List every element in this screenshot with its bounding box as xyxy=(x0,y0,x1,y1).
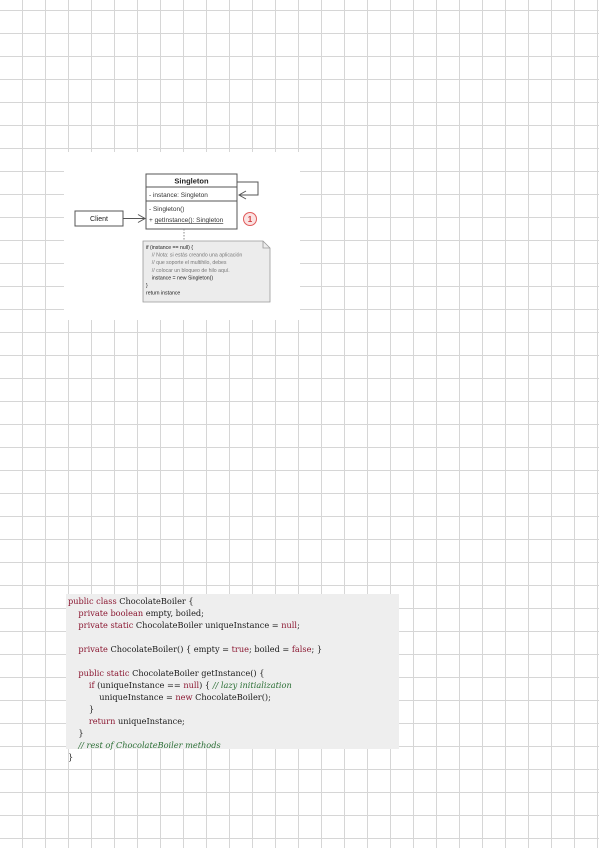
code-text: ChocolateBoiler() { empty = xyxy=(107,644,232,654)
code-line: public class ChocolateBoiler { xyxy=(68,595,399,607)
singleton-uml-diagram: Singleton - instance: Singleton - Single… xyxy=(64,152,300,320)
code-line: } xyxy=(68,703,399,715)
code-listing: public class ChocolateBoiler { private b… xyxy=(66,594,399,762)
client-box: Client xyxy=(74,210,124,227)
class-field: - instance: Singleton xyxy=(149,192,208,199)
code-line: } xyxy=(68,727,399,739)
code-comment: // lazy initialization xyxy=(212,680,292,690)
code-keyword: private static xyxy=(78,620,134,630)
code-line: private ChocolateBoiler() { empty = true… xyxy=(68,643,399,655)
note-line: // Nota: si estás creando una aplicación xyxy=(146,253,242,259)
code-text: ) { xyxy=(199,680,213,690)
code-keyword: null xyxy=(183,680,200,690)
code-line: return uniqueInstance; xyxy=(68,715,399,727)
class-method: getInstance(): Singleton xyxy=(155,217,224,224)
note-line: // colocar un bloqueo de hilo aquí. xyxy=(146,268,230,274)
uml-canvas: Singleton - instance: Singleton - Single… xyxy=(74,173,271,303)
note-line: instance = new Singleton() xyxy=(146,275,213,281)
code-text: (uniqueInstance == xyxy=(94,680,184,690)
class-name: Singleton xyxy=(174,177,209,186)
code-text: ChocolateBoiler { xyxy=(116,596,194,606)
note-line: if (instance == null) { xyxy=(146,245,193,251)
client-label: Client xyxy=(90,216,108,223)
code-keyword: new xyxy=(175,692,193,702)
code-text: ; boiled = xyxy=(248,644,292,654)
code-keyword: private xyxy=(78,644,108,654)
code-text: } xyxy=(68,752,74,762)
code-text: ChocolateBoiler(); xyxy=(192,692,271,702)
class-constructor: - Singleton() xyxy=(149,206,184,213)
code-text: } xyxy=(68,728,84,738)
note-line: return instance xyxy=(146,291,180,297)
note-line: // que soporte el multihilo, debes xyxy=(146,260,227,266)
note-line: } xyxy=(146,283,148,289)
code-text: empty, boiled; xyxy=(143,608,204,618)
class-method-row: + getInstance(): Singleton xyxy=(149,217,224,224)
code-text: } xyxy=(68,704,95,714)
code-note: if (instance == null) { // Nota: si está… xyxy=(142,240,271,303)
code-keyword: return xyxy=(88,716,116,726)
code-keyword: true xyxy=(231,644,249,654)
code-comment: // rest of ChocolateBoiler methods xyxy=(78,740,221,750)
code-keyword: private boolean xyxy=(78,608,144,618)
code-line: public static ChocolateBoiler getInstanc… xyxy=(68,667,399,679)
code-line: // rest of ChocolateBoiler methods xyxy=(68,739,399,751)
code-text: ; xyxy=(297,620,300,630)
callout-number: 1 xyxy=(248,215,253,224)
self-reference-arrow xyxy=(237,181,259,200)
code-line: if (uniqueInstance == null) { // lazy in… xyxy=(68,679,399,691)
singleton-class-box: Singleton - instance: Singleton - Single… xyxy=(145,173,238,230)
code-line: private static ChocolateBoiler uniqueIns… xyxy=(68,619,399,631)
code-text: ; } xyxy=(311,644,323,654)
code-keyword: null xyxy=(281,620,298,630)
callout-badge: 1 xyxy=(243,212,257,226)
code-line: uniqueInstance = new ChocolateBoiler(); xyxy=(68,691,399,703)
code-text: uniqueInstance; xyxy=(115,716,185,726)
code-line: private boolean empty, boiled; xyxy=(68,607,399,619)
code-text: ChocolateBoiler getInstance() { xyxy=(129,668,265,678)
code-keyword: false xyxy=(291,644,312,654)
code-text: uniqueInstance = xyxy=(68,692,176,702)
code-keyword: public class xyxy=(68,596,117,606)
code-line: } xyxy=(68,751,399,763)
code-text: ChocolateBoiler uniqueInstance = xyxy=(133,620,282,630)
code-keyword: public static xyxy=(78,668,130,678)
